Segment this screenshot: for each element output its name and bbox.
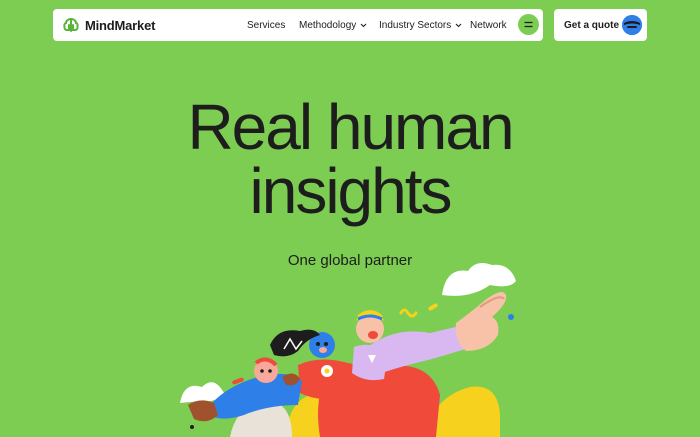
nav-services-label: Services <box>247 19 286 31</box>
chevron-down-icon <box>455 23 462 28</box>
hero-title: Real human insights <box>0 95 700 223</box>
nav-network-label: Network <box>470 19 507 31</box>
avatar-icon <box>622 15 642 35</box>
cloud-right <box>442 263 516 296</box>
get-a-quote-label: Get a quote <box>564 19 620 31</box>
chevron-down-icon <box>360 23 367 28</box>
nav-industry-sectors-label: Industry Sectors <box>379 19 452 31</box>
nav-industry-sectors[interactable]: Industry Sectors <box>379 9 462 41</box>
nav-services[interactable]: Services <box>247 9 285 41</box>
nav-methodology-label: Methodology <box>299 19 357 31</box>
equals-icon <box>524 21 533 28</box>
nav-network[interactable]: Network <box>470 9 507 41</box>
get-a-quote-button[interactable]: Get a quote <box>554 9 647 41</box>
hero-title-line-2: insights <box>249 155 453 227</box>
hero-title-line-1: Real human <box>187 91 514 163</box>
menu-button[interactable] <box>518 14 539 35</box>
brain-logo-icon <box>63 18 79 32</box>
logo[interactable]: MindMarket <box>62 16 155 34</box>
nav-bar: MindMarket Services Methodology Industry… <box>53 9 543 41</box>
people-crowd-illustration <box>180 263 516 437</box>
nav-methodology[interactable]: Methodology <box>299 9 367 41</box>
brand-name: MindMarket <box>85 17 156 33</box>
